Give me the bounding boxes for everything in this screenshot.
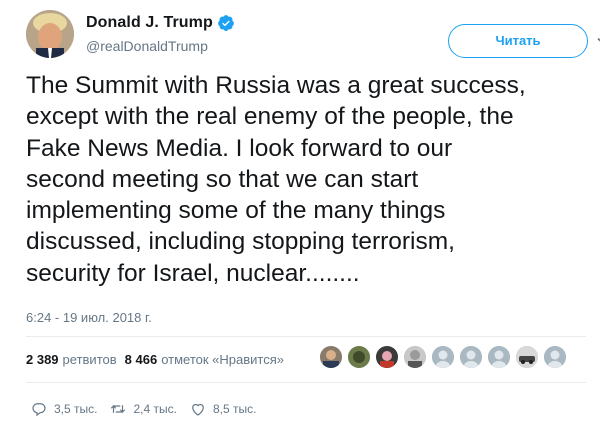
liker-avatar[interactable] (348, 346, 370, 368)
display-name[interactable]: Donald J. Trump (86, 14, 213, 32)
like-count: 8,5 тыс. (212, 402, 257, 416)
verified-badge-icon (217, 14, 235, 32)
likers-avatars (320, 346, 572, 368)
reply-count: 3,5 тыс. (54, 402, 98, 416)
follow-button[interactable]: Читать (448, 24, 588, 58)
retweets-count[interactable]: 2 389 (26, 352, 59, 367)
liker-avatar[interactable] (432, 346, 454, 368)
liker-avatar[interactable] (376, 346, 398, 368)
retweets-label[interactable]: ретвитов (63, 352, 117, 367)
tweet-timestamp[interactable]: 6:24 - 19 июл. 2018 г. (26, 310, 152, 325)
reply-icon (32, 403, 46, 417)
liker-avatar[interactable] (460, 346, 482, 368)
chevron-down-icon[interactable] (596, 34, 600, 48)
likes-count[interactable]: 8 466 (125, 352, 158, 367)
liker-avatar[interactable] (516, 346, 538, 368)
tweet-actions: 3,5 тыс. 2,4 тыс. 8,5 тыс. (30, 400, 268, 418)
divider-bottom (26, 382, 586, 383)
reply-action[interactable]: 3,5 тыс. (30, 400, 97, 418)
tweet-header: Donald J. Trump @realDonaldTrump Читать (26, 10, 600, 60)
liker-avatar[interactable] (320, 346, 342, 368)
user-handle[interactable]: @realDonaldTrump (86, 38, 208, 54)
tweet-text: The Summit with Russia was a great succe… (26, 72, 526, 287)
retweet-count: 2,4 тыс. (133, 402, 177, 416)
liker-avatar[interactable] (404, 346, 426, 368)
likes-label[interactable]: отметок «Нравится» (161, 352, 284, 367)
engagement-stats: 2 389 ретвитов 8 466 отметок «Нравится» (26, 352, 292, 367)
name-row: Donald J. Trump (86, 14, 235, 32)
divider-top (26, 336, 586, 337)
profile-avatar[interactable] (26, 10, 74, 58)
liker-avatar[interactable] (488, 346, 510, 368)
heart-icon (192, 403, 204, 416)
liker-avatar[interactable] (544, 346, 566, 368)
retweet-icon (111, 405, 126, 413)
retweet-action[interactable]: 2,4 тыс. (109, 400, 177, 418)
like-action[interactable]: 8,5 тыс. (189, 400, 256, 418)
